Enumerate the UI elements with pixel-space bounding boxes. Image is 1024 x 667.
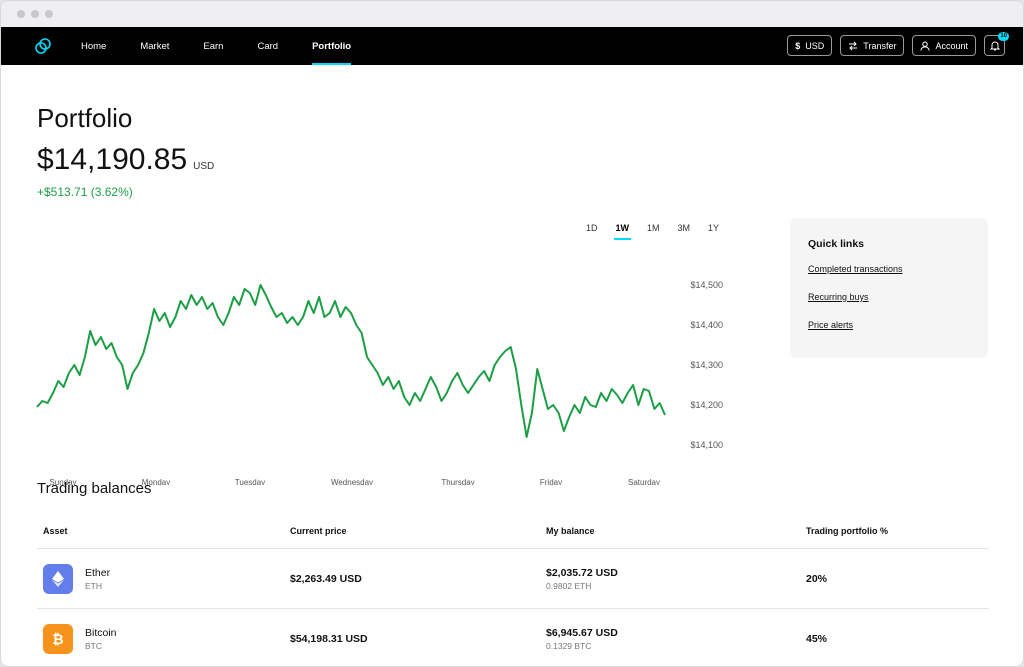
x-tick-label: Saturday — [628, 478, 660, 485]
logo-icon[interactable] — [33, 36, 53, 56]
balance-amount: 0.9802 ETH — [546, 580, 592, 591]
y-tick-label: $14,500 — [690, 280, 723, 290]
y-tick-label: $14,100 — [690, 440, 723, 450]
portfolio-balance: $14,190.85 USD — [37, 143, 214, 177]
balance-currency: USD — [193, 161, 215, 172]
balance-cell: $6,945.67 USD 0.1329 BTC — [546, 627, 806, 651]
account-button[interactable]: Account — [912, 35, 976, 56]
trading-balances-title: Trading balances — [37, 480, 152, 497]
browser-window: Home Market Earn Card Portfolio $ USD Tr… — [0, 0, 1024, 667]
range-1m[interactable]: 1M — [647, 223, 660, 237]
range-1d[interactable]: 1D — [586, 223, 598, 237]
window-dot-close[interactable] — [17, 10, 25, 18]
nav-earn[interactable]: Earn — [203, 27, 249, 65]
currency-button[interactable]: $ USD — [787, 35, 833, 56]
portfolio-pct: 45% — [806, 632, 828, 645]
bell-icon — [989, 41, 1000, 51]
table-row[interactable]: ₿ Bitcoin BTC $54,198.31 USD $6,945.67 U… — [37, 609, 989, 666]
asset-cell: ₿ Bitcoin BTC — [37, 623, 290, 654]
current-price: $54,198.31 USD — [290, 632, 368, 645]
header-asset: Asset — [43, 525, 68, 536]
chart-series-line — [36, 284, 666, 438]
balance-usd: $2,035.72 USD — [546, 566, 618, 579]
y-tick-label: $14,300 — [690, 360, 723, 370]
link-completed-transactions[interactable]: Completed transactions — [808, 264, 970, 274]
range-1w[interactable]: 1W — [613, 223, 631, 240]
header-portfolio-pct: Trading portfolio % — [806, 525, 888, 536]
trading-balances-table: Asset Current price My balance Trading p… — [37, 513, 989, 666]
asset-cell: Ether ETH — [37, 563, 290, 594]
current-price: $2,263.49 USD — [290, 572, 362, 585]
quick-links-card: Quick links Completed transactions Recur… — [790, 218, 988, 358]
eth-icon — [43, 563, 73, 594]
portfolio-chart: $14,500$14,400$14,300$14,200$14,100Sunda… — [36, 280, 723, 485]
window-dot-minimize[interactable] — [31, 10, 39, 18]
account-label: Account — [935, 40, 968, 51]
transfer-button[interactable]: Transfer — [840, 35, 905, 56]
asset-name: Ether — [85, 566, 111, 579]
range-3m[interactable]: 3M — [678, 223, 691, 237]
nav-actions: $ USD Transfer Account 10 — [787, 32, 1009, 56]
window-titlebar — [1, 1, 1023, 27]
x-tick-label: Thursday — [441, 478, 474, 485]
range-1y[interactable]: 1Y — [708, 223, 719, 237]
window-dot-maximize[interactable] — [45, 10, 53, 18]
x-tick-label: Friday — [540, 478, 562, 485]
portfolio-pct: 20% — [806, 572, 828, 585]
balance-amount: 0.1329 BTC — [546, 640, 592, 651]
notification-badge: 10 — [998, 32, 1009, 41]
currency-label: USD — [805, 40, 825, 51]
header-my-balance: My balance — [546, 525, 595, 536]
link-recurring-buys[interactable]: Recurring buys — [808, 292, 970, 302]
asset-symbol: ETH — [85, 580, 102, 591]
time-range-tabs: 1D 1W 1M 3M 1Y — [586, 223, 719, 240]
y-tick-label: $14,400 — [690, 320, 723, 330]
balance-cell: $2,035.72 USD 0.9802 ETH — [546, 567, 806, 591]
top-navbar: Home Market Earn Card Portfolio $ USD Tr… — [1, 27, 1023, 65]
nav-card[interactable]: Card — [257, 27, 304, 65]
user-icon — [920, 41, 930, 51]
nav-market[interactable]: Market — [140, 27, 195, 65]
link-price-alerts[interactable]: Price alerts — [808, 320, 970, 330]
table-header: Asset Current price My balance Trading p… — [37, 513, 989, 549]
nav-portfolio[interactable]: Portfolio — [312, 27, 377, 65]
balance-change: +$513.71 (3.62%) — [37, 185, 133, 199]
transfer-arrows-icon — [849, 41, 858, 50]
page-title: Portfolio — [37, 103, 133, 133]
table-row[interactable]: Ether ETH $2,263.49 USD $2,035.72 USD 0.… — [37, 549, 989, 609]
nav-home[interactable]: Home — [81, 27, 132, 65]
asset-name: Bitcoin — [85, 626, 117, 639]
transfer-label: Transfer — [863, 40, 897, 51]
btc-icon: ₿ — [43, 623, 73, 654]
x-tick-label: Tuesday — [235, 478, 265, 485]
balance-value: $14,190.85 — [37, 143, 188, 176]
x-tick-label: Wednesday — [331, 478, 373, 485]
header-current-price: Current price — [290, 525, 347, 536]
notifications-button[interactable]: 10 — [984, 32, 1009, 56]
dollar-icon: $ — [795, 40, 801, 51]
y-tick-label: $14,200 — [690, 400, 723, 410]
quick-links-title: Quick links — [808, 238, 865, 250]
balance-usd: $6,945.67 USD — [546, 626, 618, 639]
asset-symbol: BTC — [85, 640, 102, 651]
svg-text:₿: ₿ — [52, 632, 63, 647]
